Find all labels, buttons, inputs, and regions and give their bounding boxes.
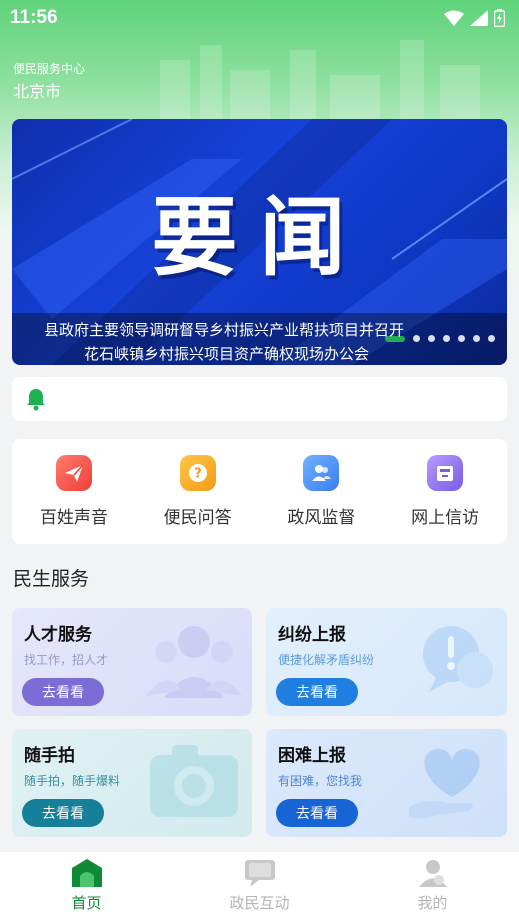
carousel-dot[interactable] — [488, 335, 495, 342]
quick-action-supervision[interactable]: 政风监督 — [266, 455, 376, 528]
go-see-button[interactable]: 去看看 — [22, 678, 104, 706]
carousel-dot[interactable] — [428, 335, 435, 342]
city-skyline-decoration — [160, 40, 480, 120]
go-see-button[interactable]: 去看看 — [22, 799, 104, 827]
section-title: 民生服务 — [13, 568, 90, 590]
carousel-dot[interactable] — [443, 335, 450, 342]
nav-label-interaction: 政民互动 — [229, 894, 290, 912]
wifi-icon — [444, 10, 464, 26]
nav-label-home: 首页 — [71, 894, 102, 912]
svg-text:?: ? — [194, 467, 202, 482]
go-see-button[interactable]: 去看看 — [276, 678, 358, 706]
nav-home[interactable]: 首页 — [27, 858, 147, 913]
card-talent-service[interactable]: 人才服务 找工作，招人才 去看看 — [12, 608, 252, 716]
nav-label-mine: 我的 — [417, 894, 448, 912]
quick-actions: 百姓声音 ? 便民问答 政风监督 网上信访 — [12, 439, 507, 544]
nav-mine[interactable]: 我的 — [373, 858, 493, 913]
quick-action-label: 便民问答 — [163, 508, 232, 528]
status-icons — [444, 9, 505, 27]
carousel-dot[interactable] — [458, 335, 465, 342]
chat-icon — [244, 860, 275, 887]
bottom-nav: 首页 政民互动 我的 — [0, 852, 519, 922]
battery-icon — [494, 9, 505, 27]
card-dispute-report[interactable]: 纠纷上报 便捷化解矛盾纠纷 去看看 — [266, 608, 507, 716]
card-title: 困难上报 — [278, 746, 346, 766]
home-icon — [71, 859, 102, 887]
quick-action-online-petition[interactable]: 网上信访 — [390, 455, 500, 528]
carousel-dot[interactable] — [413, 335, 420, 342]
nav-interaction[interactable]: 政民互动 — [200, 858, 320, 913]
card-subtitle: 找工作，招人才 — [24, 653, 109, 667]
service-center-label: 便民服务中心 — [13, 62, 86, 76]
card-title: 随手拍 — [24, 746, 75, 766]
go-see-button[interactable]: 去看看 — [276, 799, 358, 827]
quick-action-label: 百姓声音 — [39, 508, 108, 528]
news-banner[interactable]: 要闻 县政府主要领导调研督导乡村振兴产业帮扶项目并召开 花石峡镇乡村振兴项目资产… — [12, 119, 507, 365]
quick-action-label: 网上信访 — [411, 508, 480, 528]
question-bubble-icon: ? — [179, 455, 216, 491]
card-snapshot[interactable]: 随手拍 随手拍，随手爆料 去看看 — [12, 729, 252, 837]
card-hardship-report[interactable]: 困难上报 有困难，您找我 去看看 — [266, 729, 507, 837]
card-subtitle: 便捷化解矛盾纠纷 — [278, 653, 375, 667]
card-title: 人才服务 — [24, 625, 92, 645]
banner-title: 要闻 — [151, 188, 368, 288]
quick-action-qa[interactable]: ? 便民问答 — [143, 455, 253, 528]
status-time: 11:56 — [10, 7, 58, 28]
banner-caption-line1: 县政府主要领导调研督导乡村振兴产业帮扶项目并召开 — [44, 321, 405, 339]
paper-plane-icon — [55, 455, 92, 491]
user-icon — [418, 860, 447, 887]
card-subtitle: 有困难，您找我 — [278, 774, 363, 788]
signal-icon — [470, 10, 488, 26]
mailbox-icon — [427, 455, 464, 491]
users-icon — [303, 455, 340, 491]
quick-action-label: 政风监督 — [287, 508, 356, 528]
card-title: 纠纷上报 — [278, 625, 346, 645]
card-subtitle: 随手拍，随手爆料 — [24, 774, 121, 788]
bell-icon — [27, 389, 45, 411]
city-selector[interactable]: 北京市 — [13, 78, 61, 102]
quick-action-public-voice[interactable]: 百姓声音 — [19, 455, 129, 528]
carousel-dot[interactable] — [473, 335, 480, 342]
status-bar: 11:56 — [0, 0, 519, 36]
banner-caption-line2: 花石峡镇乡村振兴项目资产确权现场办公会 — [84, 345, 370, 363]
notice-bar[interactable] — [12, 377, 507, 421]
